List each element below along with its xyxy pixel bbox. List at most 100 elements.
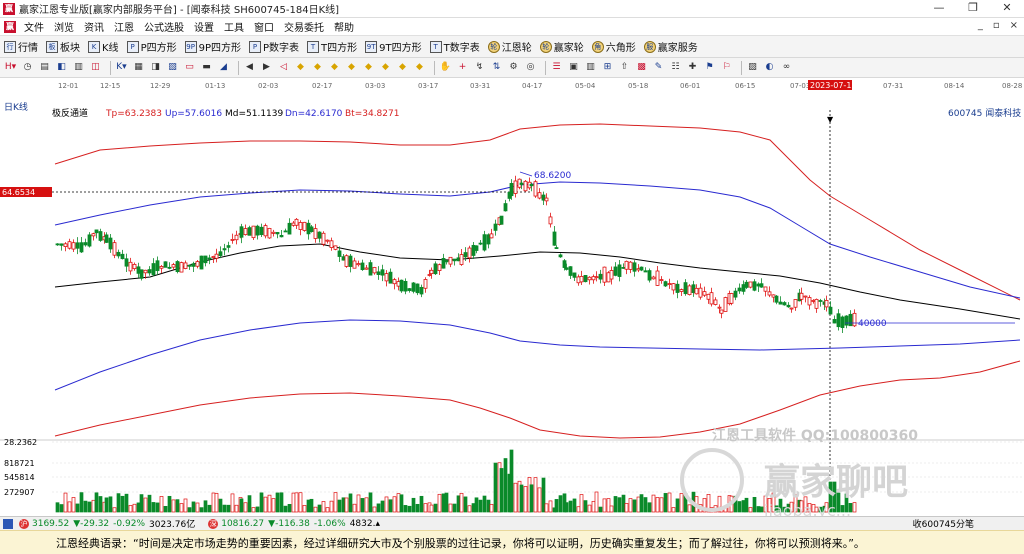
tool-icon-19[interactable]: ◆	[345, 61, 358, 74]
9p-square-button[interactable]: 9P 9P四方形	[184, 39, 241, 54]
p-square-button[interactable]: P P四方形	[126, 39, 177, 54]
menu-tools[interactable]: 工具	[220, 19, 250, 34]
tool-icon-36[interactable]: ✎	[652, 61, 665, 74]
tool-icon-12[interactable]: ◢	[217, 61, 230, 74]
tick-detail[interactable]: 收600745分笔	[913, 517, 978, 530]
tool-icon-29[interactable]: ◎	[524, 61, 537, 74]
tool-icon-31[interactable]: ▣	[567, 61, 580, 74]
kline-button[interactable]: K K线	[88, 39, 119, 54]
minimize-button[interactable]: —	[922, 0, 956, 18]
volume-bar	[407, 505, 412, 513]
tool-icon-25[interactable]: +	[456, 61, 469, 74]
tool-icon-11[interactable]: ▬	[200, 61, 213, 74]
tool-icon-22[interactable]: ◆	[396, 61, 409, 74]
tool-icon-33[interactable]: ⊞	[601, 61, 614, 74]
sector-button[interactable]: 板板块	[46, 39, 80, 54]
9t-square-button[interactable]: 9T 9T四方形	[365, 39, 422, 54]
candle-body	[478, 242, 483, 245]
tool-icon-1[interactable]: ◷	[21, 61, 34, 74]
menu-gann[interactable]: 江恩	[110, 19, 140, 34]
volume-bar	[463, 496, 468, 513]
menu-formula-screen[interactable]: 公式选股	[140, 19, 190, 34]
tool-icon-43[interactable]: ∞	[780, 61, 793, 74]
sh-index[interactable]: 沪 3169.52 ▼-29.32 -0.92% 3023.76亿	[0, 517, 199, 530]
volume-bar	[687, 504, 692, 513]
mdi-close-button[interactable]: ×	[1010, 20, 1018, 31]
tool-icon-2[interactable]: ▤	[38, 61, 51, 74]
candle-body	[554, 247, 559, 249]
candle-body	[337, 250, 342, 257]
tool-icon-41[interactable]: ▨	[746, 61, 759, 74]
menu-file[interactable]: 文件	[20, 19, 50, 34]
candle-body	[247, 227, 252, 236]
tool-icon-18[interactable]: ◆	[328, 61, 341, 74]
tool-icon-13[interactable]: ◀	[243, 61, 256, 74]
sh-index-change: ▼-29.32	[73, 518, 110, 529]
tool-icon-26[interactable]: ↯	[473, 61, 486, 74]
menu-trade[interactable]: 交易委托	[280, 19, 330, 34]
mdi-minimize-button[interactable]: _	[978, 20, 983, 31]
tool-icon-37[interactable]: ☷	[669, 61, 682, 74]
tool-icon-6[interactable]: K▾	[115, 61, 128, 74]
tool-icon-15[interactable]: ◁	[277, 61, 290, 74]
tool-icon-3[interactable]: ◧	[55, 61, 68, 74]
sz-index[interactable]: 深 10816.27 ▼-116.38 -1.06% 4832.▴	[205, 518, 384, 529]
tool-icon-38[interactable]: ✚	[686, 61, 699, 74]
tool-icon-32[interactable]: ▥	[584, 61, 597, 74]
tool-icon-42[interactable]: ◐	[763, 61, 776, 74]
tool-icon-34[interactable]: ⇧	[618, 61, 631, 74]
winner-wheel-button[interactable]: 轮赢家轮	[539, 39, 584, 54]
tool-icon-20[interactable]: ◆	[362, 61, 375, 74]
restore-button[interactable]: ❐	[956, 0, 990, 18]
close-button[interactable]: ✕	[990, 0, 1024, 18]
t-number-table-button[interactable]: T T数字表	[429, 39, 480, 54]
tool-icon-17[interactable]: ◆	[311, 61, 324, 74]
kline-chart[interactable]: 日K线极反通道 Tp=63.2383 Up=57.6016 Md=51.1139 Dn=…	[0, 96, 1024, 516]
mdi-restore-button[interactable]: ▫	[993, 20, 1000, 31]
date-tick-label: 01-13	[205, 82, 225, 90]
volume-bar	[403, 505, 408, 513]
p-number-table-button[interactable]: P P数字表	[249, 39, 299, 54]
tool-icon-27[interactable]: ⇅	[490, 61, 503, 74]
tool-icon-39[interactable]: ⚑	[703, 61, 716, 74]
menu-window[interactable]: 窗口	[250, 19, 280, 34]
candle-body	[456, 257, 461, 262]
candle-body	[519, 182, 524, 185]
tool-icon-8[interactable]: ◨	[149, 61, 162, 74]
tool-icon-21[interactable]: ◆	[379, 61, 392, 74]
candle-body	[309, 226, 314, 233]
menu-help[interactable]: 帮助	[330, 19, 360, 34]
tool-icon-40[interactable]: ⚐	[720, 61, 733, 74]
tool-icon-9[interactable]: ▧	[166, 61, 179, 74]
menu-settings[interactable]: 设置	[190, 19, 220, 34]
winner-service-button[interactable]: 服赢家服务	[643, 39, 698, 54]
market-button[interactable]: 行行情	[4, 39, 38, 54]
hexagon-button[interactable]: 角六角形	[591, 39, 636, 54]
volume-bar	[112, 507, 117, 513]
tool-icon-24[interactable]: ✋	[439, 61, 452, 74]
watermark-url-text: jiaoba.yc...	[763, 501, 851, 516]
candle-body	[683, 282, 688, 295]
menu-news[interactable]: 资讯	[80, 19, 110, 34]
date-tick-label: 07-03	[790, 82, 810, 90]
tool-icon-28[interactable]: ⚙	[507, 61, 520, 74]
volume-bar	[267, 494, 272, 513]
tool-icon-30[interactable]: ☰	[550, 61, 563, 74]
menu-browse[interactable]: 浏览	[50, 19, 80, 34]
tool-icon-10[interactable]: ▭	[183, 61, 196, 74]
tool-icon-4[interactable]: ▥	[72, 61, 85, 74]
tool-icon-0[interactable]: H▾	[4, 61, 17, 74]
candle-body	[356, 263, 361, 266]
gann-wheel-button[interactable]: 轮江恩轮	[487, 39, 532, 54]
candle-body	[687, 285, 692, 296]
candle-body	[756, 283, 761, 287]
t-square-button[interactable]: T T四方形	[307, 39, 357, 54]
tool-icon-35[interactable]: ▩	[635, 61, 648, 74]
tool-icon-5[interactable]: ◫	[89, 61, 102, 74]
tool-icon-14[interactable]: ▶	[260, 61, 273, 74]
tool-icon-7[interactable]: ▦	[132, 61, 145, 74]
tool-icon-16[interactable]: ◆	[294, 61, 307, 74]
candle-body	[63, 243, 68, 247]
tool-icon-23[interactable]: ◆	[413, 61, 426, 74]
stock-label: 600745 闻泰科技	[948, 107, 1021, 119]
